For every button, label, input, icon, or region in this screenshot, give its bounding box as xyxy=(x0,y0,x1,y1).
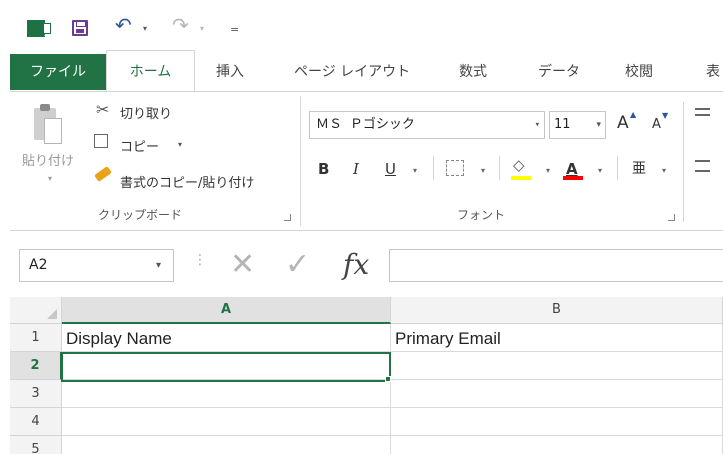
borders-dropdown-icon[interactable]: ▾ xyxy=(481,166,485,175)
cancel-icon[interactable]: ✕ xyxy=(230,246,255,284)
font-color-swatch xyxy=(563,176,583,180)
font-name-select[interactable]: ＭＳ Ｐゴシック ▾ xyxy=(309,111,545,139)
fill-color-icon[interactable]: ◇ xyxy=(513,156,525,174)
scissors-icon: ✂ xyxy=(96,100,110,119)
redo-dropdown-icon[interactable]: ▾ xyxy=(200,24,204,33)
font-launcher-icon[interactable] xyxy=(668,214,675,221)
formula-input[interactable] xyxy=(389,249,723,282)
excel-logo-icon[interactable]: X xyxy=(27,20,52,39)
tab-data[interactable]: データ xyxy=(538,54,580,90)
name-box-dropdown-icon[interactable]: ▾ xyxy=(156,250,161,281)
insert-function-icon[interactable]: fx xyxy=(343,246,369,284)
row-header-3[interactable]: 3 xyxy=(10,380,62,408)
fill-color-swatch xyxy=(511,176,531,180)
cell-b2[interactable] xyxy=(391,352,723,380)
formula-bar-resize-handle[interactable]: ⋮ xyxy=(193,253,207,267)
tab-file[interactable]: ファイル xyxy=(10,54,106,90)
format-separator xyxy=(499,156,500,180)
active-cell-selection xyxy=(61,352,391,382)
clipboard-launcher-icon[interactable] xyxy=(284,214,291,221)
name-box-value: A2 xyxy=(29,257,48,273)
quick-access-toolbar: X ↶ ▾ ↷ ▾ = xyxy=(0,0,723,52)
align-top-icon[interactable] xyxy=(695,108,710,116)
tab-review[interactable]: 校閲 xyxy=(625,54,653,90)
shrink-font-icon[interactable]: A xyxy=(652,117,661,132)
tab-formulas[interactable]: 数式 xyxy=(459,54,487,90)
tab-page-layout[interactable]: ページ レイアウト xyxy=(294,54,410,90)
copy-dropdown-icon[interactable]: ▾ xyxy=(178,140,182,149)
undo-icon[interactable]: ↶ xyxy=(115,15,132,35)
font-group-label: フォント xyxy=(457,208,506,222)
format-painter-button[interactable]: 書式のコピー/貼り付け xyxy=(120,172,254,191)
tab-view[interactable]: 表 xyxy=(706,54,720,90)
cell-b3[interactable] xyxy=(391,380,723,408)
cell-a5[interactable] xyxy=(62,436,391,454)
enter-icon[interactable]: ✓ xyxy=(285,246,310,284)
name-box[interactable]: A2 ▾ xyxy=(19,249,174,282)
format-separator xyxy=(433,156,434,180)
group-separator xyxy=(683,102,684,222)
phonetic-dropdown-icon[interactable]: ▾ xyxy=(662,166,666,175)
cell-b1[interactable]: Primary Email xyxy=(391,324,723,352)
group-separator xyxy=(300,96,301,226)
cell-a4[interactable] xyxy=(62,408,391,436)
redo-icon[interactable]: ↷ xyxy=(172,15,189,35)
row-header-5[interactable]: 5 xyxy=(10,436,62,454)
font-name-dropdown-icon[interactable]: ▾ xyxy=(535,112,540,138)
undo-dropdown-icon[interactable]: ▾ xyxy=(143,24,147,33)
save-icon[interactable] xyxy=(72,20,88,36)
grow-font-arrow-icon: ▲ xyxy=(630,110,637,119)
font-name-value: ＭＳ Ｐゴシック xyxy=(316,117,415,132)
format-separator xyxy=(617,156,618,180)
row-header-2[interactable]: 2 xyxy=(10,352,62,380)
paste-dropdown-icon[interactable]: ▾ xyxy=(48,174,52,183)
clipboard-group-label: クリップボード xyxy=(98,208,183,222)
cell-a3[interactable] xyxy=(62,380,391,408)
fill-handle[interactable] xyxy=(385,376,391,382)
copy-button[interactable]: コピー xyxy=(120,136,159,155)
fill-color-dropdown-icon[interactable]: ▾ xyxy=(546,166,550,175)
grow-font-icon[interactable]: A xyxy=(617,113,629,133)
tab-home[interactable]: ホーム xyxy=(106,50,195,92)
bold-button[interactable]: B xyxy=(318,160,329,178)
phonetic-guide-icon[interactable]: 亜 xyxy=(632,158,646,178)
cut-button[interactable]: 切り取り xyxy=(120,103,172,122)
tab-insert[interactable]: 挿入 xyxy=(216,54,244,90)
cell-b5[interactable] xyxy=(391,436,723,454)
column-header-a[interactable]: A xyxy=(62,297,391,324)
font-color-dropdown-icon[interactable]: ▾ xyxy=(598,166,602,175)
font-size-select[interactable]: 11 ▾ xyxy=(549,111,606,139)
select-all-corner[interactable] xyxy=(10,297,62,324)
borders-icon[interactable] xyxy=(446,160,464,176)
paste-icon[interactable] xyxy=(34,102,68,146)
copy-icon xyxy=(94,134,108,148)
row-header-4[interactable]: 4 xyxy=(10,408,62,436)
shrink-font-arrow-icon: ▼ xyxy=(662,111,669,120)
column-header-b[interactable]: B xyxy=(391,297,723,324)
font-size-dropdown-icon[interactable]: ▾ xyxy=(596,112,601,138)
italic-button[interactable]: I xyxy=(353,160,359,178)
font-size-value: 11 xyxy=(554,117,571,132)
underline-dropdown-icon[interactable]: ▾ xyxy=(413,166,417,175)
customize-qat-icon[interactable]: = xyxy=(230,23,239,36)
align-left-icon[interactable] xyxy=(695,160,710,172)
underline-button[interactable]: U xyxy=(385,160,396,178)
row-header-1[interactable]: 1 xyxy=(10,324,62,352)
cell-b4[interactable] xyxy=(391,408,723,436)
paste-button-label[interactable]: 貼り付け xyxy=(22,150,74,169)
cell-a1[interactable]: Display Name xyxy=(62,324,391,352)
